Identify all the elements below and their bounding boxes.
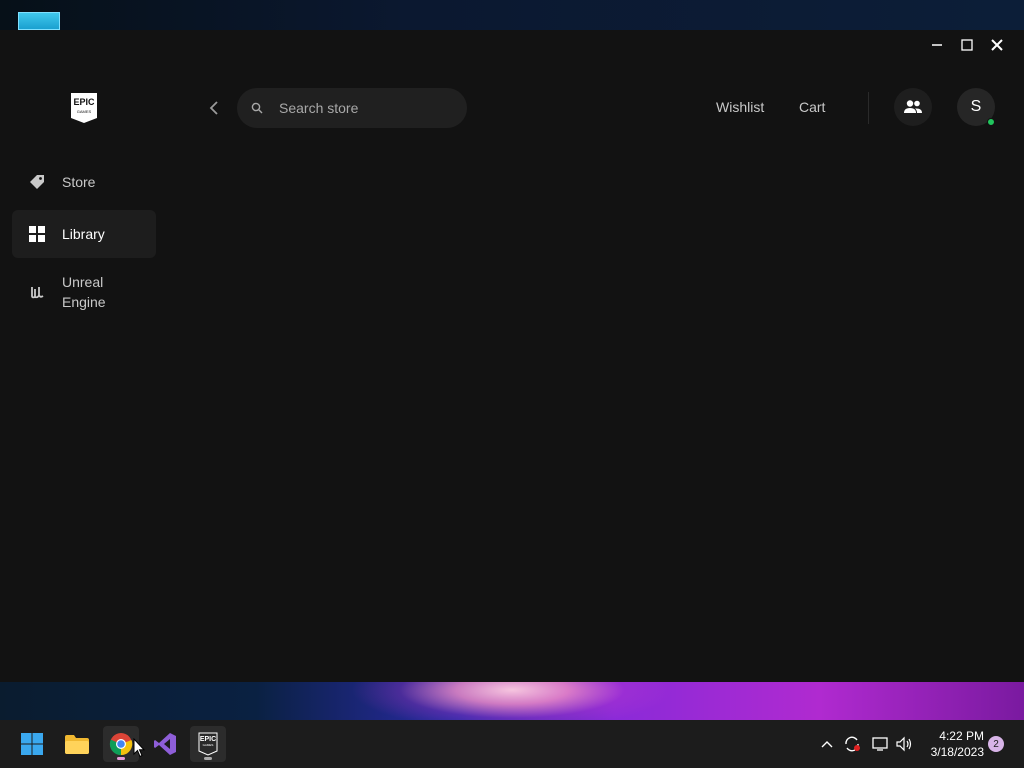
desktop-shortcut[interactable]: [18, 12, 60, 30]
close-icon: [991, 39, 1003, 51]
maximize-button[interactable]: [952, 30, 982, 60]
chrome-icon: [109, 733, 133, 756]
search-input[interactable]: [277, 99, 447, 117]
taskbar-clock[interactable]: 4:22 PM 3/18/2023: [920, 728, 984, 760]
start-button[interactable]: [14, 726, 50, 762]
sidebar-item-label-line2: Engine: [62, 294, 106, 310]
network-icon: [872, 737, 888, 751]
taskbar-visual-studio[interactable]: [147, 726, 183, 762]
epic-games-launcher-window: EPIC GAMES Store Library Unreal Engine S…: [0, 30, 1024, 682]
sidebar-item-label: Library: [62, 226, 105, 242]
chevron-left-icon: [209, 101, 218, 115]
network-tray-button[interactable]: [870, 734, 890, 754]
volume-tray-button[interactable]: [894, 734, 914, 754]
notification-badge[interactable]: 2: [988, 736, 1004, 752]
header-divider: [868, 92, 869, 124]
maximize-icon: [961, 39, 973, 51]
close-button[interactable]: [982, 30, 1012, 60]
epic-taskbar-text-top: EPIC: [199, 736, 217, 743]
running-indicator: [204, 757, 212, 760]
sidebar-item-label: Store: [62, 174, 96, 190]
friends-button[interactable]: [894, 88, 932, 126]
sync-icon: [845, 736, 860, 752]
search-icon: [251, 101, 265, 115]
search-box[interactable]: [237, 88, 467, 128]
folder-icon: [65, 735, 89, 754]
sidebar-nav: Store Library Unreal Engine: [12, 158, 156, 326]
windows-taskbar: EPIC GAMES 4:22 PM 3/18/2023 2: [0, 720, 1024, 768]
window-controls: [922, 30, 1024, 60]
sidebar-item-library[interactable]: Library: [12, 210, 156, 258]
tag-icon: [28, 173, 46, 191]
volume-icon: [896, 736, 912, 752]
clock-time: 4:22 PM: [939, 729, 984, 743]
top-header: Wishlist Cart S: [200, 88, 1010, 128]
epic-games-logo[interactable]: EPIC GAMES: [70, 92, 98, 124]
clock-date: 3/18/2023: [930, 745, 984, 759]
cart-link[interactable]: Cart: [799, 99, 825, 115]
show-hidden-icons-button[interactable]: [817, 734, 837, 754]
unreal-icon: [28, 283, 46, 301]
back-button[interactable]: [204, 98, 224, 118]
epic-taskbar-text-bottom: GAMES: [202, 743, 214, 747]
sidebar-item-unreal-engine[interactable]: Unreal Engine: [12, 262, 156, 322]
grid-icon: [28, 225, 46, 243]
taskbar-epic-games[interactable]: EPIC GAMES: [190, 726, 226, 762]
mouse-cursor-icon: [133, 738, 145, 758]
chevron-up-icon: [821, 741, 833, 748]
online-status-dot: [987, 118, 995, 126]
logo-text-top: EPIC: [73, 97, 95, 107]
friends-icon: [904, 100, 922, 113]
visual-studio-icon: [154, 733, 176, 755]
logo-text-bottom: GAMES: [76, 109, 92, 114]
wishlist-link[interactable]: Wishlist: [716, 99, 764, 115]
minimize-icon: [932, 44, 942, 46]
windows-logo-icon: [21, 733, 43, 755]
sync-tray-button[interactable]: [842, 734, 862, 754]
running-indicator: [117, 757, 125, 760]
desktop-top-band: [0, 0, 1024, 30]
sidebar-item-label-line1: Unreal: [62, 274, 104, 290]
taskbar-file-explorer[interactable]: [59, 726, 95, 762]
sidebar-item-store[interactable]: Store: [12, 158, 156, 206]
minimize-button[interactable]: [922, 30, 952, 60]
